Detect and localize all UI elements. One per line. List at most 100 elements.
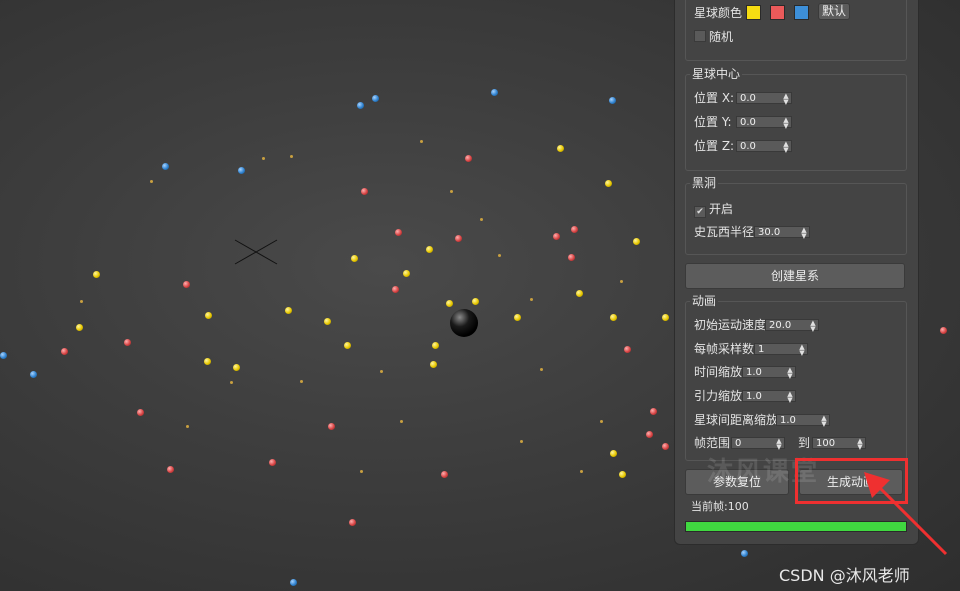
star-particle <box>76 324 83 331</box>
schwarzschild-radius-spinner[interactable]: 30.0 ▲ ▼ <box>754 226 810 240</box>
star-particle <box>238 167 245 174</box>
star-particle <box>269 459 276 466</box>
star-particle <box>624 346 631 353</box>
star-particle <box>344 342 351 349</box>
black-hole-enable-label: 开启 <box>709 202 734 216</box>
spinner-arrows-icon[interactable]: ▲ ▼ <box>799 344 805 357</box>
spinner-arrows-icon[interactable]: ▲ ▼ <box>783 117 789 130</box>
star-particle <box>324 318 331 325</box>
star-particle <box>568 254 575 261</box>
initial-speed-value: 20.0 <box>769 320 792 331</box>
dust-speck <box>186 425 189 428</box>
dust-speck <box>580 470 583 473</box>
spinner-arrows-icon[interactable]: ▲ ▼ <box>821 415 827 428</box>
star-color-group: 星球颜色 默认 随机 <box>685 0 907 61</box>
spinner-arrows-icon[interactable]: ▲ ▼ <box>783 93 789 106</box>
star-particle <box>741 550 748 557</box>
star-particle <box>446 300 453 307</box>
default-colors-button[interactable]: 默认 <box>818 3 850 20</box>
star-particle <box>610 450 617 457</box>
star-center-group: 星球中心 位置 X: 0.0 ▲ ▼ 位置 Y: 0.0 ▲ ▼ 位置 Z: 0.0 ▲ ▼ <box>685 66 907 171</box>
star-particle <box>204 358 211 365</box>
create-galaxy-button[interactable]: 创建星系 <box>685 263 905 289</box>
star-particle <box>609 97 616 104</box>
star-particle <box>455 235 462 242</box>
random-checkbox[interactable]: 随机 <box>694 28 733 46</box>
spinner-arrows-icon[interactable]: ▲ ▼ <box>857 438 863 451</box>
star-particle <box>605 180 612 187</box>
star-color-swatch-yellow[interactable] <box>746 5 761 20</box>
random-label: 随机 <box>709 30 734 44</box>
frame-from-spinner[interactable]: 0 ▲ ▼ <box>731 437 785 451</box>
spinner-arrows-icon[interactable]: ▲ ▼ <box>787 391 793 404</box>
star-particle <box>662 314 669 321</box>
distance-scale-label: 星球间距离缩放 <box>694 413 779 427</box>
star-particle <box>357 102 364 109</box>
samples-per-frame-spinner[interactable]: 1 ▲ ▼ <box>754 343 808 357</box>
position-y-value: 0.0 <box>740 117 756 128</box>
star-particle <box>233 364 240 371</box>
star-particle <box>403 270 410 277</box>
spinner-arrows-icon[interactable]: ▲ ▼ <box>783 141 789 154</box>
star-particle <box>137 409 144 416</box>
dust-speck <box>150 180 153 183</box>
dust-speck <box>498 254 501 257</box>
spinner-arrows-icon[interactable]: ▲ ▼ <box>787 367 793 380</box>
star-particle <box>465 155 472 162</box>
dust-speck <box>600 420 603 423</box>
time-scale-label: 时间缩放 <box>694 365 743 379</box>
dust-speck <box>300 380 303 383</box>
star-particle <box>183 281 190 288</box>
samples-per-frame-label: 每帧采样数 <box>694 342 755 356</box>
spinner-arrows-icon[interactable]: ▲ ▼ <box>776 438 782 451</box>
black-hole-enable-checkbox[interactable]: ✔ 开启 <box>694 200 733 218</box>
spinner-arrows-icon[interactable]: ▲ ▼ <box>810 320 816 333</box>
dust-speck <box>400 420 403 423</box>
star-particle <box>619 471 626 478</box>
position-y-spinner[interactable]: 0.0 ▲ ▼ <box>736 116 792 130</box>
star-particle <box>162 163 169 170</box>
gravity-scale-spinner[interactable]: 1.0 ▲ ▼ <box>742 390 796 404</box>
spinner-arrows-icon[interactable]: ▲ ▼ <box>801 227 807 240</box>
star-particle <box>392 286 399 293</box>
frame-to-label: 到 <box>798 436 811 450</box>
star-particle <box>650 408 657 415</box>
star-particle <box>290 579 297 586</box>
star-color-swatch-blue[interactable] <box>794 5 809 20</box>
star-particle <box>426 246 433 253</box>
star-color-swatch-red[interactable] <box>770 5 785 20</box>
random-checkbox-box[interactable] <box>694 30 706 42</box>
current-frame-label: 当前帧:100 <box>691 500 749 513</box>
black-hole-title: 黑洞 <box>690 175 719 191</box>
star-particle <box>349 519 356 526</box>
gravity-scale-label: 引力缩放 <box>694 389 743 403</box>
distance-scale-value: 1.0 <box>780 415 796 426</box>
star-particle <box>646 431 653 438</box>
position-x-spinner[interactable]: 0.0 ▲ ▼ <box>736 92 792 106</box>
dust-speck <box>530 298 533 301</box>
time-scale-spinner[interactable]: 1.0 ▲ ▼ <box>742 366 796 380</box>
position-z-spinner[interactable]: 0.0 ▲ ▼ <box>736 140 792 154</box>
star-particle <box>395 229 402 236</box>
galaxy-center-marker <box>234 239 278 265</box>
star-particle <box>361 188 368 195</box>
gravity-scale-value: 1.0 <box>746 391 762 402</box>
samples-per-frame-value: 1 <box>758 344 765 355</box>
initial-speed-spinner[interactable]: 20.0 ▲ ▼ <box>765 319 819 333</box>
star-particle <box>167 466 174 473</box>
star-particle <box>662 443 669 450</box>
dust-speck <box>262 157 265 160</box>
star-particle <box>432 342 439 349</box>
frame-to-spinner[interactable]: 100 ▲ ▼ <box>812 437 866 451</box>
star-particle <box>285 307 292 314</box>
star-particle <box>633 238 640 245</box>
distance-scale-spinner[interactable]: 1.0 ▲ ▼ <box>776 414 830 428</box>
animation-group: 动画 初始运动速度 20.0 ▲ ▼ 每帧采样数 1 ▲ ▼ 时间缩放 1.0 ▲ ▼ 引力… <box>685 293 907 461</box>
frame-to-value: 100 <box>816 438 836 449</box>
annotation-arrow-icon <box>864 472 948 556</box>
star-particle <box>491 89 498 96</box>
animation-title: 动画 <box>690 293 719 309</box>
initial-speed-label: 初始运动速度 <box>694 318 767 332</box>
dust-speck <box>480 218 483 221</box>
checkmark-icon[interactable]: ✔ <box>694 206 706 218</box>
